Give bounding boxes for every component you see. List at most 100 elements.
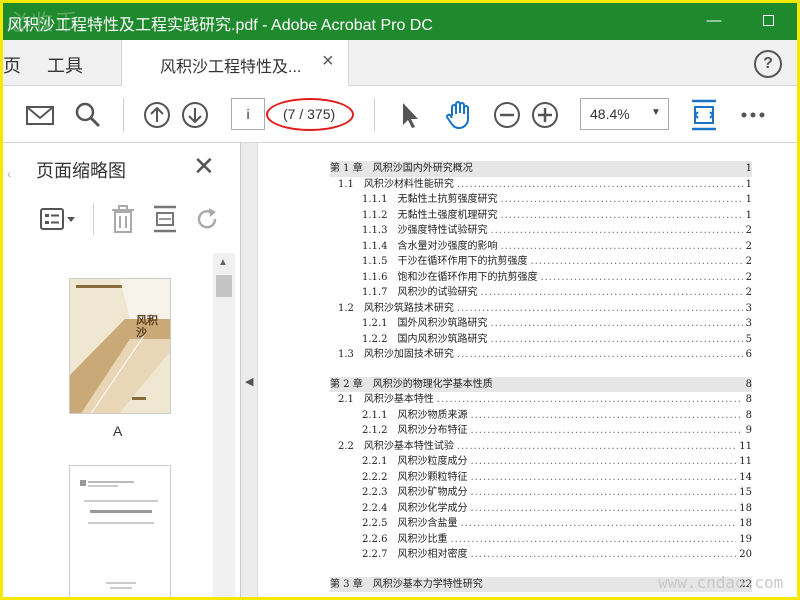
toc-entry-title: 1.1.2 无黏性土强度机理研究 xyxy=(362,209,498,221)
zoom-select[interactable]: 48.4% ▼ xyxy=(580,98,669,130)
toc-row[interactable]: 2.2.1 风积沙粒度成分 11 xyxy=(330,454,752,470)
scroll-up-icon[interactable]: ▲ xyxy=(218,257,228,268)
toc-row[interactable]: 1.2.2 国内风积沙筑路研究 5 xyxy=(330,332,752,348)
toc-row[interactable]: 1.1.5 干沙在循环作用下的抗剪强度 2 xyxy=(330,254,752,270)
toc-page-number: 2 xyxy=(745,240,752,252)
table-of-contents: 第 1 章 风积沙国内外研究概况11.1 风积沙材料性能研究11.1.1 无黏性… xyxy=(330,161,752,592)
cover-image: 风积 沙 xyxy=(70,279,170,413)
rotate-icon[interactable] xyxy=(193,204,223,234)
toc-entry-title: 第 3 章 风积沙基本力学特性研究 xyxy=(330,578,483,590)
toc-row[interactable]: 2.1 风积沙基本特性 8 xyxy=(330,392,752,408)
trash-icon[interactable] xyxy=(109,204,137,234)
toc-row[interactable]: 1.1 风积沙材料性能研究 1 xyxy=(330,177,752,193)
annotation-ellipse xyxy=(266,98,354,131)
toc-row[interactable]: 1.1.1 无黏性土抗剪强度研究 1 xyxy=(330,192,752,208)
toc-entry-title: 2.2.5 风积沙含盐量 xyxy=(362,518,458,529)
toolbar-separator xyxy=(374,98,375,132)
options-icon[interactable] xyxy=(39,205,77,233)
tab-bar: 页 工具 风积沙工程特性及... × ? xyxy=(3,40,797,86)
toc-row[interactable]: 1.1.7 风积沙的试验研究 2 xyxy=(330,285,752,301)
toc-leader-dots xyxy=(470,423,742,439)
toc-row[interactable]: 1.1.3 沙强度特性试验研究 2 xyxy=(330,223,752,239)
panel-toolbar xyxy=(3,199,241,239)
toc-row[interactable]: 2.2.5 风积沙含盐量 18 xyxy=(330,516,752,532)
toc-row[interactable]: 2.2.4 风积沙化学成分 18 xyxy=(330,501,752,517)
toc-entry-title: 2.1.1 风积沙物质来源 xyxy=(362,409,468,421)
collapse-left-icon[interactable]: ◀ xyxy=(245,375,253,388)
thumbnail-title-page[interactable] xyxy=(69,465,171,597)
toc-row[interactable]: 1.1.6 饱和沙在循环作用下的抗剪强度 2 xyxy=(330,270,752,286)
toc-entry-title: 2.2.2 风积沙颗粒特征 xyxy=(362,471,468,483)
toc-entry-title: 1.1.3 沙强度特性试验研究 xyxy=(362,225,488,236)
toc-row[interactable]: 2.2 风积沙基本特性试验 11 xyxy=(330,439,752,455)
close-tab-icon[interactable]: × xyxy=(322,50,334,73)
zoom-out-icon[interactable] xyxy=(492,100,522,130)
document-view[interactable]: 第 1 章 风积沙国内外研究概况11.1 风积沙材料性能研究11.1.1 无黏性… xyxy=(258,143,797,597)
maximize-button[interactable] xyxy=(755,9,781,33)
toc-row[interactable]: 2.1.2 风积沙分布特征 9 xyxy=(330,423,752,439)
toolbar: i (7 / 375) 48.4% ▼ xyxy=(3,86,797,143)
page-number-input[interactable]: i xyxy=(231,98,265,130)
watermark-bottom: www.cndao.com xyxy=(658,573,784,592)
toolbar-separator xyxy=(123,98,124,132)
toc-page-number: 5 xyxy=(745,333,752,345)
toc-row[interactable]: 2.2.2 风积沙颗粒特征 14 xyxy=(330,470,752,486)
window-title: 风积沙工程特性及工程实践研究.pdf - Adobe Acrobat Pro D… xyxy=(7,17,433,34)
toc-page-number: 18 xyxy=(739,518,752,529)
toc-leader-dots xyxy=(500,239,742,255)
thumbnail-panel: ‹ 页面缩略图 ✕ 风积 沙 A ▲ xyxy=(3,143,241,597)
envelope-icon[interactable] xyxy=(25,100,55,130)
toc-row[interactable]: 1.1.4 含水量对沙强度的影响 2 xyxy=(330,239,752,255)
toc-row[interactable]: 1.2 风积沙筑路技术研究 3 xyxy=(330,301,752,317)
zoom-in-icon[interactable] xyxy=(530,100,560,130)
toc-leader-dots xyxy=(540,270,742,286)
toc-row[interactable]: 1.3 风积沙加固技术研究 6 xyxy=(330,347,752,363)
toc-leader-dots xyxy=(437,392,743,408)
help-icon[interactable]: ? xyxy=(754,50,782,78)
close-icon[interactable]: ✕ xyxy=(193,151,215,182)
toc-entry-title: 2.2.7 风积沙相对密度 xyxy=(362,549,468,560)
title-page-image xyxy=(70,466,170,597)
toc-page-number: 15 xyxy=(739,487,752,498)
tab-tools[interactable]: 工具 xyxy=(47,52,83,78)
toc-page-number: 2 xyxy=(745,225,752,236)
toc-entry-title: 1.1.6 饱和沙在循环作用下的抗剪强度 xyxy=(362,271,538,283)
fit-page-icon[interactable] xyxy=(689,98,719,132)
extract-icon[interactable] xyxy=(151,204,179,234)
toc-row[interactable]: 1.1.2 无黏性土强度机理研究 1 xyxy=(330,208,752,224)
hand-icon[interactable] xyxy=(443,100,473,130)
toc-entry-title: 2.2 风积沙基本特性试验 xyxy=(338,440,454,452)
toc-leader-dots xyxy=(460,516,736,532)
panel-scrollbar[interactable]: ▲ xyxy=(213,253,235,597)
toc-page-number: 19 xyxy=(739,533,752,545)
toc-entry-title: 1.2 风积沙筑路技术研究 xyxy=(338,302,454,314)
up-arrow-icon[interactable] xyxy=(142,100,172,130)
toc-row[interactable]: 2.2.7 风积沙相对密度 20 xyxy=(330,547,752,563)
toc-leader-dots xyxy=(450,532,736,548)
thumbnail-cover[interactable]: 风积 沙 xyxy=(69,278,171,414)
down-arrow-icon[interactable] xyxy=(180,100,210,130)
toc-page-number: 1 xyxy=(745,194,752,205)
tab-document[interactable]: 风积沙工程特性及... × xyxy=(121,40,349,86)
toc-leader-dots xyxy=(480,285,742,301)
toc-entry-title: 2.2.3 风积沙矿物成分 xyxy=(362,487,468,498)
toc-page-number: 1 xyxy=(745,163,752,174)
pointer-icon[interactable] xyxy=(395,100,425,130)
toc-row[interactable]: 2.1.1 风积沙物质来源 8 xyxy=(330,408,752,424)
panel-separator xyxy=(93,203,94,235)
more-icon[interactable] xyxy=(738,100,768,130)
toc-chapter-row[interactable]: 第 1 章 风积沙国内外研究概况 1 xyxy=(330,161,752,177)
toc-chapter-row[interactable]: 第 2 章 风积沙的物理化学基本性质 8 xyxy=(330,376,752,393)
toc-row[interactable]: 2.2.3 风积沙矿物成分 15 xyxy=(330,485,752,501)
search-icon[interactable] xyxy=(73,100,103,130)
panel-collapse-strip[interactable]: ◀ xyxy=(241,143,258,597)
toc-row[interactable]: 2.2.6 风积沙比重 19 xyxy=(330,532,752,548)
toc-row[interactable]: 1.2.1 国外风积沙筑路研究 3 xyxy=(330,316,752,332)
minimize-button[interactable]: — xyxy=(701,9,727,33)
toc-gap xyxy=(330,363,752,377)
scrollbar-thumb[interactable] xyxy=(216,275,232,297)
toc-leader-dots xyxy=(496,377,743,393)
tab-home[interactable]: 页 xyxy=(3,52,21,78)
toc-page-number: 20 xyxy=(739,549,752,560)
toc-leader-dots xyxy=(490,316,742,332)
